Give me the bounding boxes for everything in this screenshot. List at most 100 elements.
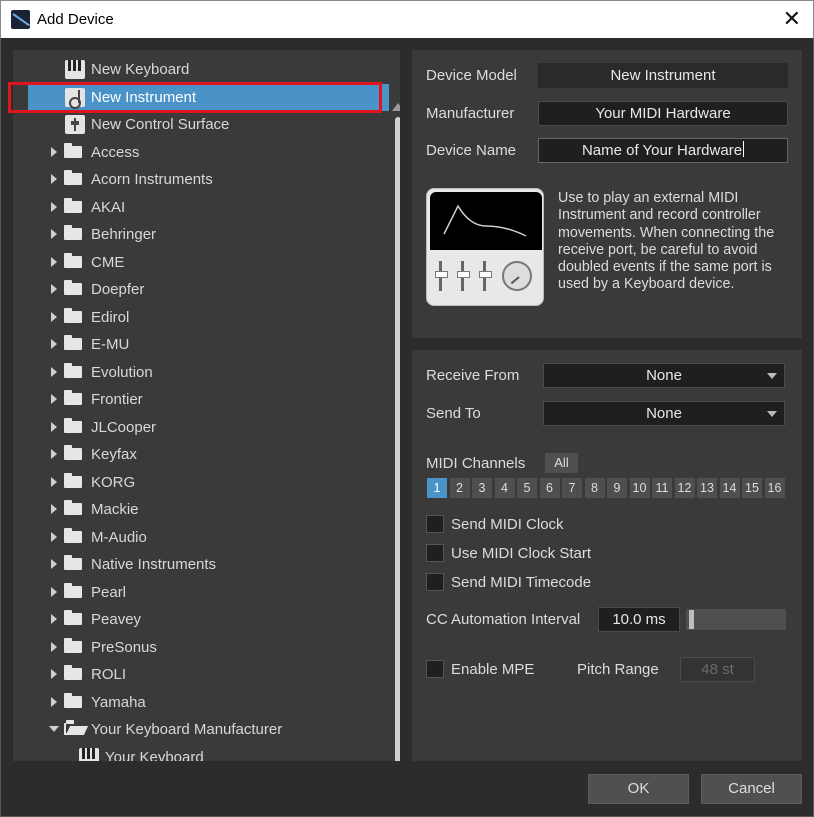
cc-automation-value[interactable]: 10.0 ms <box>598 607 680 632</box>
expand-arrow-icon[interactable] <box>51 256 57 267</box>
pitch-range-field[interactable]: 48 st <box>680 657 755 682</box>
expand-arrow-icon[interactable] <box>51 394 57 404</box>
midi-channel-button[interactable]: 12 <box>674 478 695 498</box>
tree-item-label: JLCooper <box>91 418 157 436</box>
midi-channel-button[interactable]: 2 <box>449 478 470 498</box>
midi-channel-button[interactable]: 6 <box>539 478 560 498</box>
tree-item[interactable]: Behringer <box>13 221 379 248</box>
device-name-field[interactable]: Name of Your Hardware <box>538 138 788 163</box>
midi-channel-button[interactable]: 1 <box>427 478 447 498</box>
use-midi-clock-start-checkbox[interactable] <box>426 544 444 562</box>
tree-item[interactable]: Your Keyboard Manufacturer <box>13 716 379 743</box>
tree-item-label: AKAI <box>91 198 126 216</box>
expand-arrow-icon[interactable] <box>51 476 57 487</box>
midi-channel-button[interactable]: 7 <box>562 478 582 498</box>
folder-icon <box>64 170 82 185</box>
scroll-up-icon[interactable] <box>392 103 400 111</box>
send-midi-clock-label: Send MIDI Clock <box>451 516 564 533</box>
tree-item[interactable]: Pearl <box>13 579 379 606</box>
tree-item[interactable]: E-MU <box>13 331 379 358</box>
midi-channel-button[interactable]: 10 <box>629 478 650 498</box>
midi-channel-button[interactable]: 16 <box>764 478 785 498</box>
tree-item[interactable]: New Instrument <box>28 83 389 111</box>
folder-icon <box>64 637 82 653</box>
tree-item[interactable]: Access <box>13 139 379 166</box>
midi-channel-button[interactable]: 15 <box>742 478 762 498</box>
tree-item[interactable]: Yamaha <box>13 689 379 716</box>
expand-arrow-icon[interactable] <box>51 229 57 239</box>
enable-mpe-label: Enable MPE <box>451 661 535 678</box>
expand-arrow-icon[interactable] <box>51 531 57 542</box>
keyboard-icon <box>65 60 85 79</box>
expand-arrow-icon[interactable] <box>51 586 57 597</box>
tree-item[interactable]: M-Audio <box>13 524 379 551</box>
tree-item-label: New Instrument <box>91 88 197 106</box>
cc-automation-slider[interactable] <box>686 609 786 630</box>
tree-item[interactable]: Edirol <box>13 304 379 331</box>
expand-arrow-icon[interactable] <box>51 201 57 212</box>
receive-from-label: Receive From <box>426 367 520 384</box>
expand-arrow-icon[interactable] <box>51 504 57 514</box>
tree-item[interactable]: Peavey <box>13 606 379 633</box>
folder-icon <box>64 527 82 543</box>
close-icon[interactable]: ✕ <box>783 7 801 31</box>
tree-item[interactable]: Acorn Instruments <box>13 166 379 193</box>
tree-item[interactable]: CME <box>13 249 379 276</box>
expand-arrow-icon[interactable] <box>51 146 57 157</box>
midi-channel-button[interactable]: 8 <box>584 478 605 498</box>
slider-handle[interactable] <box>689 610 694 629</box>
expand-arrow-icon[interactable] <box>51 696 57 707</box>
receive-from-dropdown[interactable]: None <box>543 363 785 388</box>
expand-arrow-icon[interactable] <box>51 449 57 459</box>
tree-item[interactable]: Evolution <box>13 359 379 386</box>
tree-item[interactable]: AKAI <box>13 194 379 221</box>
tree-item[interactable]: Doepfer <box>13 276 379 303</box>
tree-item-label: Your Keyboard Manufacturer <box>91 721 283 738</box>
expand-arrow-icon[interactable] <box>51 284 57 294</box>
tree-item[interactable]: Frontier <box>13 386 379 413</box>
folder-icon <box>64 555 82 570</box>
midi-channel-button[interactable]: 5 <box>517 478 537 498</box>
send-midi-timecode-checkbox[interactable] <box>426 573 444 591</box>
folder-icon <box>64 197 82 213</box>
tree-item[interactable]: Keyfax <box>13 441 379 468</box>
pitch-range-label: Pitch Range <box>577 661 659 678</box>
expand-arrow-icon[interactable] <box>51 366 57 377</box>
expand-arrow-icon[interactable] <box>51 311 57 322</box>
expanded-arrow-icon[interactable] <box>49 726 59 732</box>
tree-item[interactable]: ROLI <box>13 661 379 688</box>
expand-arrow-icon[interactable] <box>51 559 57 569</box>
tree-item[interactable]: PreSonus <box>13 634 379 661</box>
control-surface-icon <box>65 115 85 134</box>
expand-arrow-icon[interactable] <box>51 614 57 624</box>
send-midi-clock-checkbox[interactable] <box>426 515 444 533</box>
tree-item[interactable]: Mackie <box>13 496 379 523</box>
tree-item-label: Edirol <box>91 308 130 326</box>
tree-item[interactable]: New Control Surface <box>13 111 379 138</box>
manufacturer-field[interactable]: Your MIDI Hardware <box>538 101 788 126</box>
midi-channel-button[interactable]: 4 <box>494 478 515 498</box>
expand-arrow-icon[interactable] <box>51 421 57 432</box>
scrollbar-thumb[interactable] <box>395 117 400 761</box>
expand-arrow-icon[interactable] <box>51 339 57 349</box>
tree-item[interactable]: New Keyboard <box>13 56 379 83</box>
ok-button[interactable]: OK <box>588 774 689 804</box>
send-to-dropdown[interactable]: None <box>543 401 785 426</box>
tree-item[interactable]: JLCooper <box>13 414 379 441</box>
midi-channel-button[interactable]: 3 <box>472 478 492 498</box>
midi-channel-button[interactable]: 13 <box>697 478 717 498</box>
tree-item[interactable]: Your Keyboard <box>13 744 379 761</box>
midi-channel-button[interactable]: 9 <box>607 478 627 498</box>
tree-item[interactable]: KORG <box>13 469 379 496</box>
midi-channel-button[interactable]: 14 <box>719 478 740 498</box>
cancel-button[interactable]: Cancel <box>701 774 802 804</box>
tree-item[interactable]: Native Instruments <box>13 551 379 578</box>
send-midi-timecode-label: Send MIDI Timecode <box>451 574 592 591</box>
midi-channel-button[interactable]: 11 <box>652 478 672 498</box>
expand-arrow-icon[interactable] <box>51 174 57 184</box>
channels-all-button[interactable]: All <box>545 453 578 473</box>
expand-arrow-icon[interactable] <box>51 669 57 679</box>
expand-arrow-icon[interactable] <box>51 641 57 652</box>
folder-icon <box>64 582 82 598</box>
enable-mpe-checkbox[interactable] <box>426 660 444 678</box>
